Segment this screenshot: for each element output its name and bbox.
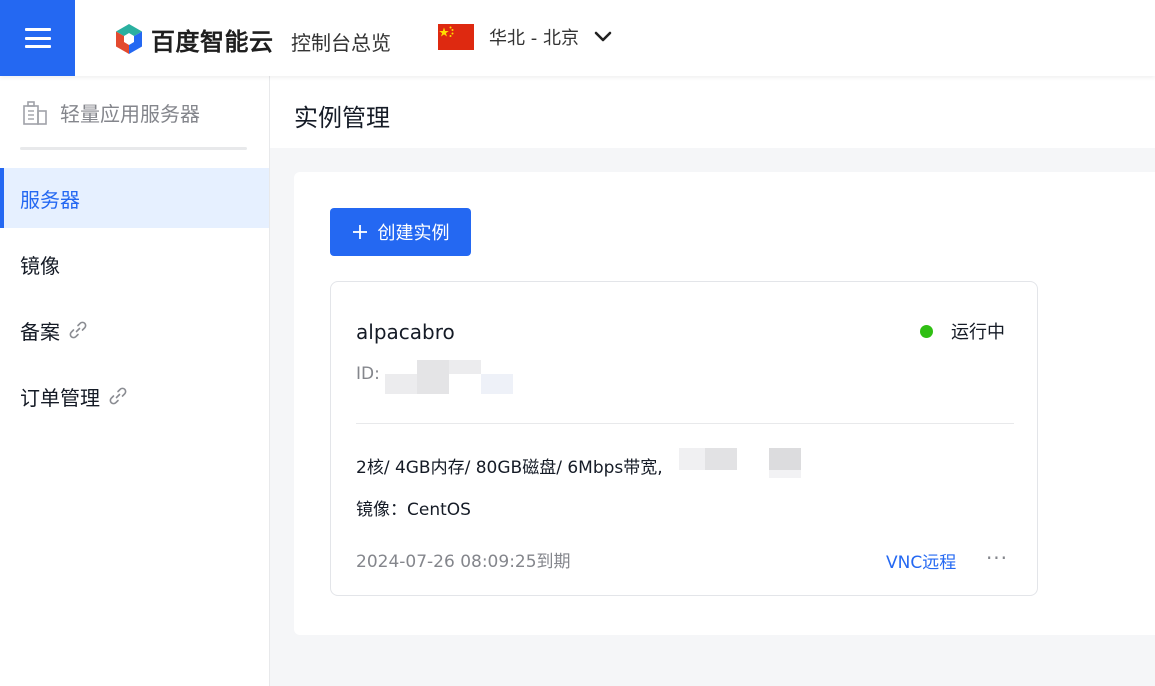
vnc-remote-link[interactable]: VNC远程	[886, 548, 956, 573]
sidebar-item-label: 订单管理	[20, 385, 100, 410]
menu-icon	[24, 28, 51, 48]
redacted-ip	[679, 448, 705, 470]
link-icon	[69, 321, 87, 339]
status-dot	[920, 324, 933, 338]
redacted-id	[449, 360, 481, 374]
link-icon	[109, 387, 127, 405]
card-divider	[356, 423, 1014, 424]
instance-id-row: ID:	[356, 364, 380, 384]
redacted-ip	[769, 448, 801, 470]
china-flag-icon	[438, 24, 474, 50]
create-instance-label: 创建实例	[377, 223, 450, 244]
plus-icon	[352, 225, 367, 239]
brand-logo[interactable]: 百度智能云	[113, 22, 274, 56]
sidebar-item-icp-filing[interactable]: 备案	[0, 300, 269, 360]
menu-button[interactable]	[0, 0, 75, 76]
baidu-cloud-logo-icon	[116, 24, 142, 54]
redacted-ip	[769, 470, 801, 478]
sidebar-divider	[20, 147, 247, 150]
instance-card[interactable]: alpacabro 运行中 ID: 2核/ 4GB内存/ 80GB磁盘/ 6Mb…	[330, 281, 1038, 596]
status-badge: 运行中	[920, 318, 1005, 344]
sidebar-header: 轻量应用服务器	[22, 98, 200, 127]
redacted-ip	[705, 448, 737, 470]
sidebar-item-label: 备案	[20, 319, 60, 344]
redacted-id	[417, 360, 449, 394]
instance-expiry: 2024-07-26 08:09:25到期	[356, 552, 571, 572]
console-overview-link[interactable]: 控制台总览	[291, 27, 391, 56]
sidebar-item-label: 服务器	[20, 187, 80, 212]
redacted-id	[481, 374, 513, 394]
sidebar: 轻量应用服务器 服务器 镜像 备案 订单管理	[0, 76, 270, 686]
region-selector[interactable]: 华北 - 北京	[438, 24, 612, 50]
chevron-down-icon	[594, 31, 612, 42]
instance-image: 镜像：CentOS	[356, 500, 471, 520]
instance-name[interactable]: alpacabro	[356, 320, 455, 344]
content-panel: 创建实例 alpacabro 运行中 ID: 2核/ 4GB内存/ 80GB磁盘…	[294, 172, 1155, 635]
sidebar-item-label: 镜像	[20, 253, 60, 278]
instance-id-label: ID:	[356, 364, 380, 384]
create-instance-button[interactable]: 创建实例	[330, 208, 471, 256]
top-bar: 百度智能云 控制台总览 华北 - 北京	[0, 0, 1155, 76]
sidebar-title: 轻量应用服务器	[60, 102, 200, 126]
sidebar-item-images[interactable]: 镜像	[0, 234, 269, 294]
redacted-id	[385, 374, 417, 394]
sidebar-item-servers[interactable]: 服务器	[0, 168, 269, 228]
brand-name: 百度智能云	[151, 27, 274, 56]
page-title: 实例管理	[294, 104, 390, 132]
more-icon: ···	[985, 546, 1009, 570]
more-actions-button[interactable]: ···	[984, 547, 1010, 569]
page-title-bar: 实例管理	[270, 76, 1155, 148]
status-text: 运行中	[951, 322, 1005, 343]
region-label: 华北 - 北京	[489, 28, 579, 49]
sidebar-item-orders[interactable]: 订单管理	[0, 366, 269, 426]
building-icon	[23, 100, 47, 125]
instance-specs: 2核/ 4GB内存/ 80GB磁盘/ 6Mbps带宽,	[356, 458, 663, 478]
